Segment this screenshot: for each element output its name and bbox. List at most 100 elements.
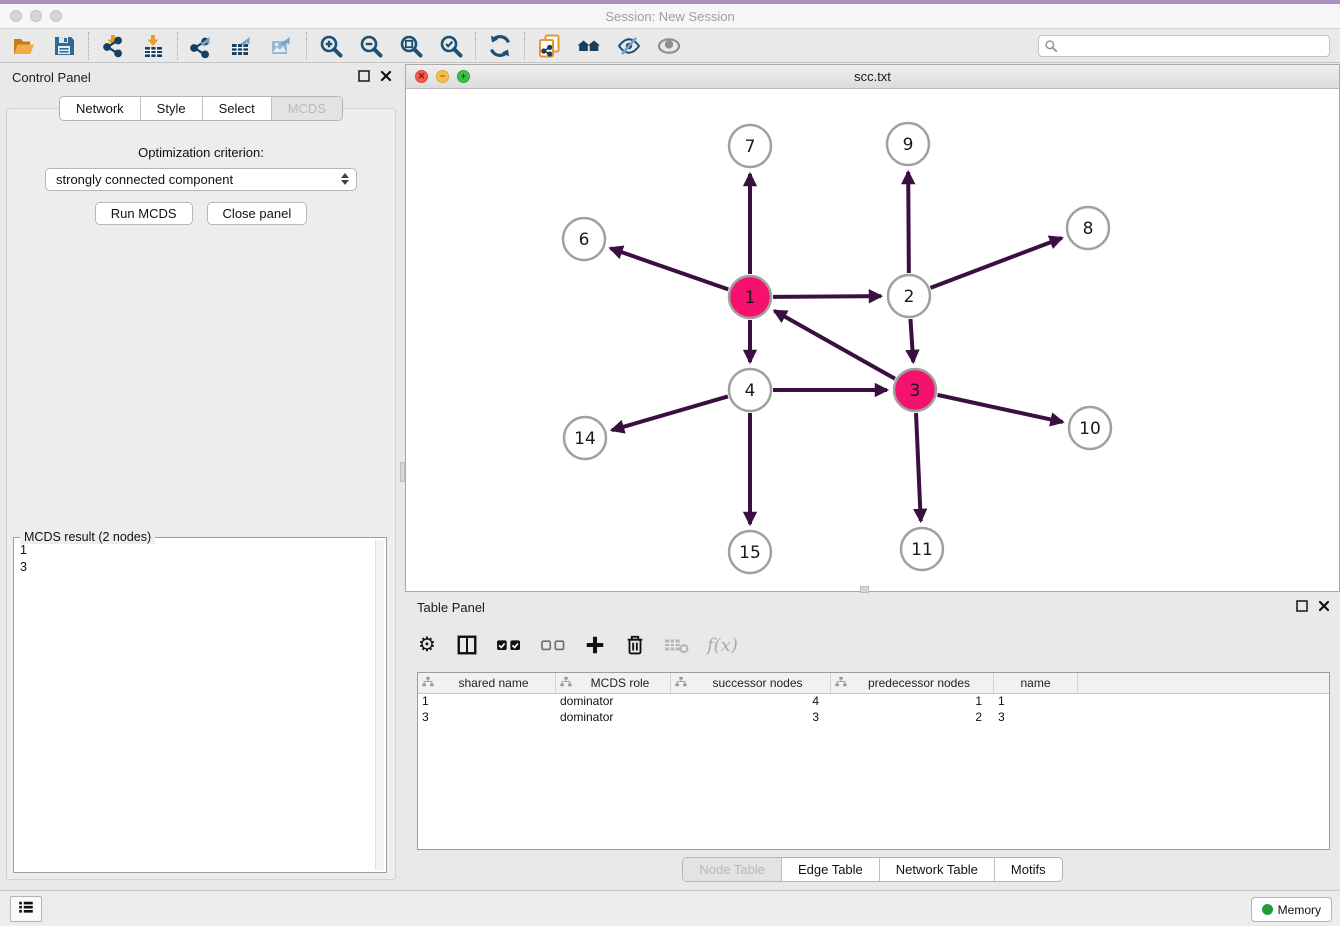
zoom-in-icon[interactable] [317,33,345,59]
task-history-button[interactable] [10,896,42,922]
graph-node-label: 14 [574,429,596,449]
add-icon[interactable] [583,631,607,659]
mcds-result-item[interactable]: 1 [20,542,374,559]
close-panel-icon[interactable] [380,69,392,87]
table-cell[interactable]: 2 [831,710,994,726]
control-panel-title: Control Panel [12,70,91,85]
zoom-fit-icon[interactable] [397,33,425,59]
save-session-icon[interactable] [50,33,78,59]
graph-edge-3-10[interactable] [937,395,1062,422]
tab-motifs[interactable]: Motifs [995,858,1062,881]
mcds-result-list[interactable]: 13 [20,542,374,870]
graph-node-3[interactable]: 3 [894,369,936,411]
network-canvas[interactable]: 7 9 6 8 1 2 4 3 14 10 15 11 [406,89,1339,591]
tab-node-table[interactable]: Node Table [683,858,782,881]
column-header-label: predecessor nodes [849,676,989,690]
column-header-successor-nodes[interactable]: successor nodes [671,673,831,693]
float-panel-icon[interactable] [358,69,370,87]
graph-node-4[interactable]: 4 [729,369,771,411]
graph-node-10[interactable]: 10 [1069,407,1111,449]
import-table-icon[interactable] [139,33,167,59]
close-panel-icon[interactable] [1318,599,1330,617]
graph-node-11[interactable]: 11 [901,528,943,570]
table-cell[interactable]: dominator [556,710,671,726]
graph-edge-3-1[interactable] [774,311,895,379]
network-minimize-icon[interactable]: − [436,70,449,83]
toolbar-group [486,33,514,59]
graph-node-1[interactable]: 1 [729,276,771,318]
memory-button[interactable]: Memory [1251,897,1332,922]
tab-style[interactable]: Style [141,97,203,120]
open-session-icon[interactable] [10,33,38,59]
graph-node-9[interactable]: 9 [887,123,929,165]
network-window-titlebar[interactable]: ✕ − + scc.txt [406,65,1339,89]
graph-node-8[interactable]: 8 [1067,207,1109,249]
graph-node-14[interactable]: 14 [564,417,606,459]
table-cell[interactable]: 1 [831,694,994,710]
table-cell[interactable]: 1 [994,694,1078,710]
network-maximize-icon[interactable]: + [457,70,470,83]
graph-node-2[interactable]: 2 [888,275,930,317]
tab-mcds[interactable]: MCDS [272,97,342,120]
tab-network-table[interactable]: Network Table [880,858,995,881]
graph-edge-1-2[interactable] [773,296,881,297]
graph-edge-2-9[interactable] [908,172,909,273]
tab-edge-table[interactable]: Edge Table [782,858,880,881]
column-header-name[interactable]: name [994,673,1078,693]
toolbar-group [535,33,683,59]
graph-edge-4-14[interactable] [612,396,728,430]
hide-selected-icon[interactable] [615,33,643,59]
refresh-layout-icon[interactable] [486,33,514,59]
first-neighbors-icon[interactable] [575,33,603,59]
column-header-MCDS-role[interactable]: MCDS role [556,673,671,693]
mcds-result-item[interactable]: 3 [20,559,374,576]
split-pane-icon[interactable] [455,631,479,659]
table-row[interactable]: 3dominator323 [418,710,1329,726]
table-cell[interactable]: 1 [418,694,556,710]
vertical-splitter-handle[interactable] [400,462,405,482]
run-mcds-button[interactable]: Run MCDS [95,202,193,225]
export-image-icon[interactable] [268,33,296,59]
tab-select[interactable]: Select [203,97,272,120]
column-header-label: MCDS role [574,676,666,690]
table-toolbar: ⚙f(x) [415,624,738,666]
mcds-result-scrollbar[interactable] [375,540,384,870]
graph-node-6[interactable]: 6 [563,218,605,260]
graph-node-7[interactable]: 7 [729,125,771,167]
table-cell[interactable]: 3 [671,710,831,726]
zoom-out-icon[interactable] [357,33,385,59]
select-all-icon[interactable] [495,631,523,659]
column-header-label: name [998,676,1073,690]
gear-icon[interactable]: ⚙ [415,631,439,659]
duplicate-network-icon[interactable] [535,33,563,59]
export-table-icon[interactable] [228,33,256,59]
table-cell[interactable]: 3 [418,710,556,726]
column-header-predecessor-nodes[interactable]: predecessor nodes [831,673,994,693]
network-close-icon[interactable]: ✕ [415,70,428,83]
import-network-icon[interactable] [99,33,127,59]
graph-edge-2-3[interactable] [910,319,913,362]
table-cell[interactable]: 4 [671,694,831,710]
table-cell[interactable]: dominator [556,694,671,710]
column-header-shared-name[interactable]: shared name [418,673,556,693]
table-cell[interactable]: 3 [994,710,1078,726]
graph-edge-1-6[interactable] [610,248,728,289]
table-row[interactable]: 1dominator411 [418,694,1329,710]
deselect-all-icon[interactable] [539,631,567,659]
close-panel-button[interactable]: Close panel [207,202,308,225]
main-toolbar [0,30,1340,63]
delete-table-icon [663,631,691,659]
search-icon [1044,39,1058,53]
optimization-criterion-select[interactable]: strongly connected component [45,168,357,191]
zoom-selected-icon[interactable] [437,33,465,59]
delete-icon[interactable] [623,631,647,659]
graph-node-15[interactable]: 15 [729,531,771,573]
show-all-icon[interactable] [655,33,683,59]
horizontal-splitter-handle[interactable] [860,586,869,593]
graph-edge-2-8[interactable] [931,238,1062,288]
export-network-icon[interactable] [188,33,216,59]
search-input[interactable] [1038,35,1330,57]
float-panel-icon[interactable] [1296,599,1308,617]
graph-edge-3-11[interactable] [916,413,921,521]
tab-network[interactable]: Network [60,97,141,120]
